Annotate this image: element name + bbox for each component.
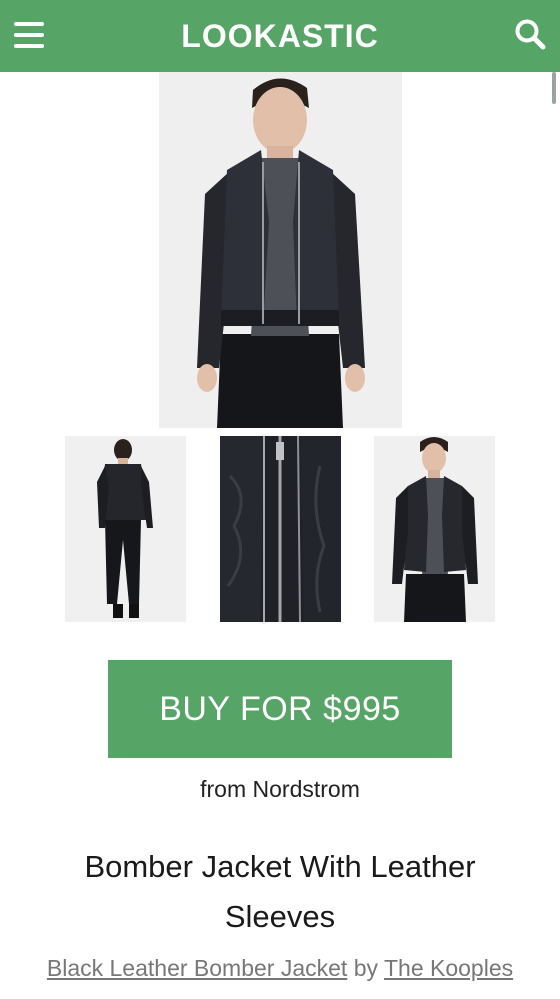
brand-link[interactable]: The Kooples xyxy=(384,955,513,981)
buy-button[interactable]: BUY FOR $995 xyxy=(108,660,452,758)
hamburger-menu-icon[interactable] xyxy=(14,22,44,48)
product-page: LOOKASTIC BUY FOR $995 from Nordstrom Bo… xyxy=(0,0,560,999)
main-product-image[interactable] xyxy=(159,72,402,428)
search-icon[interactable] xyxy=(514,18,546,50)
retailer-text: from Nordstrom xyxy=(200,776,360,802)
category-link[interactable]: Black Leather Bomber Jacket xyxy=(47,955,347,981)
scrollbar[interactable] xyxy=(552,72,556,104)
product-title: Bomber Jacket With Leather Sleeves xyxy=(84,849,476,934)
thumbnail-front-open[interactable] xyxy=(374,436,495,622)
by-text: by xyxy=(353,955,378,981)
product-byline: Black Leather Bomber Jacket by The Koopl… xyxy=(0,955,560,982)
top-navigation-bar: LOOKASTIC xyxy=(0,0,560,72)
thumbnail-back-view[interactable] xyxy=(65,436,186,622)
site-logo[interactable]: LOOKASTIC xyxy=(181,18,378,55)
thumbnail-zipper-detail[interactable] xyxy=(220,436,341,622)
